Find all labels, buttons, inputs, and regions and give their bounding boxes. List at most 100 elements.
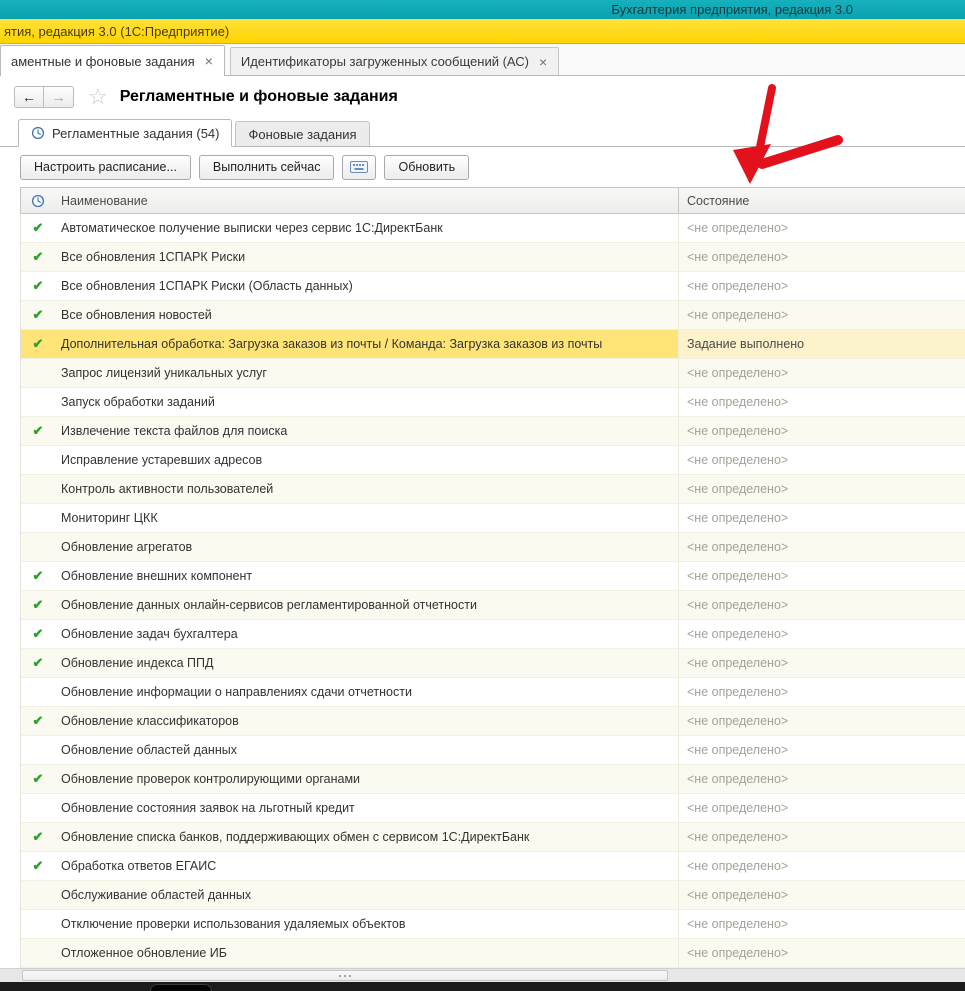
clock-icon <box>31 126 45 140</box>
task-status-cell <box>21 446 55 474</box>
table-row[interactable]: Обслуживание областей данных <не определ… <box>21 881 965 910</box>
task-status-cell: ✔ <box>21 243 55 271</box>
table-row[interactable]: Запуск обработки заданий <не определено> <box>21 388 965 417</box>
keyboard-input-button[interactable] <box>342 154 377 180</box>
table-row[interactable]: ✔ Все обновления 1СПАРК Риски <не опреде… <box>21 243 965 272</box>
subtab-background-jobs[interactable]: Фоновые задания <box>235 121 370 146</box>
scrollbar-thumb[interactable] <box>22 970 668 981</box>
task-name: Обновление проверок контролирующими орга… <box>61 772 361 786</box>
task-status-cell <box>21 475 55 503</box>
table-row[interactable]: Отложенное обновление ИБ <не определено> <box>21 939 965 968</box>
task-state: <не определено> <box>678 939 965 967</box>
task-status-cell: ✔ <box>21 649 55 677</box>
tab-scheduled-jobs[interactable]: аментные и фоновые задания × <box>0 45 225 76</box>
task-state: <не определено> <box>678 475 965 503</box>
task-status-cell <box>21 939 55 967</box>
task-status-cell <box>21 794 55 822</box>
page-title: Регламентные и фоновые задания <box>119 88 398 105</box>
refresh-button[interactable]: Обновить <box>384 154 470 180</box>
table-row[interactable]: ✔ Обновление задач бухгалтера <не опреде… <box>21 620 965 649</box>
task-name: Обновление классификаторов <box>61 714 239 728</box>
table-row[interactable]: ✔ Обработка ответов ЕГАИС <не определено… <box>21 852 965 881</box>
table-row[interactable]: Исправление устаревших адресов <не опред… <box>21 446 965 475</box>
run-now-button[interactable]: Выполнить сейчас <box>198 154 335 180</box>
task-name: Обновление состояния заявок на льготный … <box>61 801 355 815</box>
close-icon[interactable]: × <box>204 54 214 68</box>
task-state: <не определено> <box>678 765 965 793</box>
subtab-bar: Регламентные задания (54) Фоновые задани… <box>0 118 965 147</box>
task-name: Извлечение текста файлов для поиска <box>61 424 288 438</box>
navigation-row: ← → ☆ Регламентные и фоновые задания <box>0 76 965 118</box>
task-status-cell: ✔ <box>21 214 55 242</box>
task-name: Контроль активности пользователей <box>61 482 274 496</box>
back-button[interactable]: ← <box>14 86 44 108</box>
task-state: <не определено> <box>678 794 965 822</box>
table-row[interactable]: ✔ Дополнительная обработка: Загрузка зак… <box>21 330 965 359</box>
task-status-cell: ✔ <box>21 852 55 880</box>
table-row[interactable]: Контроль активности пользователей <не оп… <box>21 475 965 504</box>
task-name: Обновление задач бухгалтера <box>61 627 238 641</box>
task-state: <не определено> <box>678 214 965 242</box>
check-icon: ✔ <box>32 829 44 844</box>
close-icon[interactable]: × <box>538 55 548 69</box>
task-state: <не определено> <box>678 533 965 561</box>
table-row[interactable]: ✔ Обновление классификаторов <не определ… <box>21 707 965 736</box>
table-row[interactable]: Обновление областей данных <не определен… <box>21 736 965 765</box>
forward-button[interactable]: → <box>44 86 74 108</box>
check-icon: ✔ <box>32 220 44 235</box>
table-row[interactable]: Мониторинг ЦКК <не определено> <box>21 504 965 533</box>
task-status-cell: ✔ <box>21 591 55 619</box>
table-row[interactable]: ✔ Все обновления новостей <не определено… <box>21 301 965 330</box>
table-row[interactable]: ✔ Автоматическое получение выписки через… <box>21 214 965 243</box>
task-status-cell <box>21 388 55 416</box>
tab-label: Идентификаторы загруженных сообщений (АС… <box>240 54 530 69</box>
task-state: <не определено> <box>678 272 965 300</box>
table-row[interactable]: ✔ Извлечение текста файлов для поиска <н… <box>21 417 965 446</box>
table-row[interactable]: ✔ Обновление индекса ППД <не определено> <box>21 649 965 678</box>
check-icon: ✔ <box>32 278 44 293</box>
configure-schedule-button[interactable]: Настроить расписание... <box>20 154 191 180</box>
task-name: Исправление устаревших адресов <box>61 453 263 467</box>
table-row[interactable]: Запрос лицензий уникальных услуг <не опр… <box>21 359 965 388</box>
table-row[interactable]: Обновление состояния заявок на льготный … <box>21 794 965 823</box>
table-row[interactable]: Отключение проверки использования удаляе… <box>21 910 965 939</box>
task-state: <не определено> <box>678 243 965 271</box>
task-status-cell: ✔ <box>21 272 55 300</box>
task-state: <не определено> <box>678 562 965 590</box>
tab-label: аментные и фоновые задания <box>11 53 195 69</box>
table-row[interactable]: ✔ Обновление списка банков, поддерживающ… <box>21 823 965 852</box>
table-row[interactable]: ✔ Обновление внешних компонент <не опред… <box>21 562 965 591</box>
horizontal-scrollbar[interactable] <box>0 968 965 982</box>
task-state: Задание выполнено <box>678 330 965 358</box>
history-buttons: ← → <box>14 86 74 108</box>
check-icon: ✔ <box>32 423 44 438</box>
table-row[interactable]: Обновление информации о направлениях сда… <box>21 678 965 707</box>
task-name: Обслуживание областей данных <box>61 888 252 902</box>
task-state: <не определено> <box>678 591 965 619</box>
toolbar: Настроить расписание... Выполнить сейчас… <box>0 147 965 187</box>
task-name: Обновление данных онлайн-сервисов реглам… <box>61 598 477 612</box>
favorite-star-icon[interactable]: ☆ <box>88 86 108 108</box>
tab-message-identifiers[interactable]: Идентификаторы загруженных сообщений (АС… <box>229 47 560 75</box>
task-state: <не определено> <box>678 881 965 909</box>
check-icon: ✔ <box>32 336 44 351</box>
task-status-cell: ✔ <box>21 562 55 590</box>
table-row[interactable]: ✔ Все обновления 1СПАРК Риски (Область д… <box>21 272 965 301</box>
task-state: <не определено> <box>678 910 965 938</box>
task-name: Все обновления 1СПАРК Риски (Область дан… <box>61 279 353 293</box>
task-name: Обновление информации о направлениях сда… <box>61 685 412 699</box>
task-status-cell: ✔ <box>21 765 55 793</box>
column-header-state[interactable]: Состояние <box>678 188 965 213</box>
task-state: <не определено> <box>678 620 965 648</box>
table-row[interactable]: ✔ Обновление проверок контролирующими ор… <box>21 765 965 794</box>
clock-icon <box>31 194 45 207</box>
back-arrow-icon: ← <box>22 89 36 105</box>
window-titlebar[interactable]: ятия, редакция 3.0 (1С:Предприятие) <box>0 19 965 44</box>
table-row[interactable]: Обновление агрегатов <не определено> <box>21 533 965 562</box>
column-header-status-icon[interactable] <box>21 188 55 213</box>
task-status-cell <box>21 881 55 909</box>
table-row[interactable]: ✔ Обновление данных онлайн-сервисов регл… <box>21 591 965 620</box>
task-state: <не определено> <box>678 823 965 851</box>
subtab-scheduled-jobs[interactable]: Регламентные задания (54) <box>18 119 233 147</box>
column-header-name[interactable]: Наименование <box>55 188 678 213</box>
